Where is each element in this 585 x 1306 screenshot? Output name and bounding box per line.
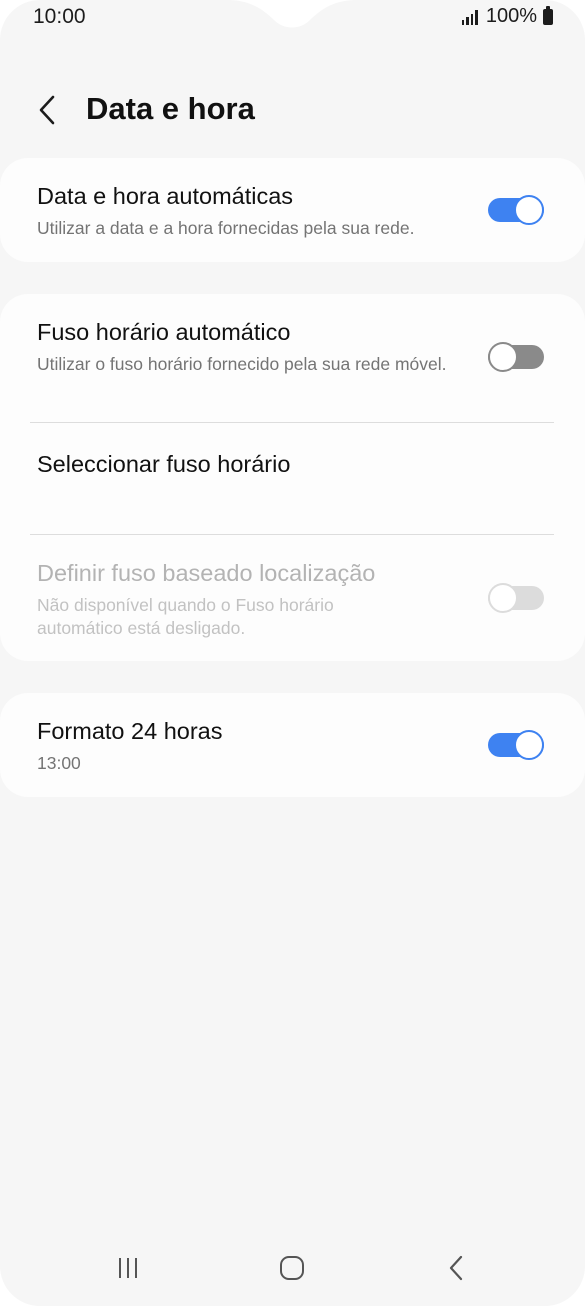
auto-timezone-toggle[interactable] bbox=[488, 342, 544, 372]
chevron-left-icon bbox=[39, 95, 55, 125]
setting-subtitle: Não disponível quando o Fuso horário aut… bbox=[37, 595, 334, 638]
status-bar: 10:00 100% bbox=[0, 0, 585, 36]
nav-back-button[interactable] bbox=[434, 1250, 478, 1286]
setting-title: Formato 24 horas bbox=[37, 718, 223, 744]
location-timezone-toggle bbox=[488, 583, 544, 613]
back-button[interactable] bbox=[26, 88, 70, 132]
battery-icon bbox=[543, 5, 553, 25]
back-icon bbox=[449, 1255, 463, 1281]
page-title: Data e hora bbox=[86, 91, 255, 126]
home-icon bbox=[280, 1256, 304, 1280]
setting-subtitle: 13:00 bbox=[37, 753, 81, 773]
phone-screen: 10:00 100% Data e hora Data e hora autom… bbox=[0, 0, 585, 1306]
status-time: 10:00 bbox=[33, 5, 86, 28]
setting-title: Definir fuso baseado localização bbox=[37, 560, 376, 586]
card-24h-format: Formato 24 horas 13:00 bbox=[0, 693, 585, 797]
home-button[interactable] bbox=[270, 1250, 314, 1286]
setting-auto-timezone[interactable]: Fuso horário automático Utilizar o fuso … bbox=[0, 294, 585, 422]
format-24h-toggle[interactable] bbox=[488, 730, 544, 760]
setting-location-timezone: Definir fuso baseado localização Não dis… bbox=[0, 535, 585, 661]
setting-subtitle: Utilizar a data e a hora fornecidas pela… bbox=[37, 218, 415, 238]
app-header: Data e hora bbox=[0, 80, 585, 140]
battery-percentage: 100% bbox=[485, 5, 537, 27]
recent-apps-icon bbox=[119, 1258, 137, 1278]
signal-icon bbox=[461, 9, 478, 25]
card-timezone: Fuso horário automático Utilizar o fuso … bbox=[0, 294, 585, 661]
setting-subtitle: Utilizar o fuso horário fornecido pela s… bbox=[37, 354, 447, 374]
setting-title: Data e hora automáticas bbox=[37, 183, 294, 209]
camera-notch bbox=[228, 0, 356, 28]
setting-title: Seleccionar fuso horário bbox=[37, 451, 291, 477]
setting-auto-datetime[interactable]: Data e hora automáticas Utilizar a data … bbox=[0, 158, 585, 262]
recent-apps-button[interactable] bbox=[106, 1250, 150, 1286]
status-right: 100% bbox=[461, 5, 553, 28]
setting-select-timezone[interactable]: Seleccionar fuso horário bbox=[0, 423, 585, 534]
setting-24h-format[interactable]: Formato 24 horas 13:00 bbox=[0, 693, 585, 797]
auto-datetime-toggle[interactable] bbox=[488, 195, 544, 225]
navigation-bar bbox=[0, 1238, 585, 1298]
setting-title: Fuso horário automático bbox=[37, 319, 291, 345]
card-auto-datetime: Data e hora automáticas Utilizar a data … bbox=[0, 158, 585, 262]
